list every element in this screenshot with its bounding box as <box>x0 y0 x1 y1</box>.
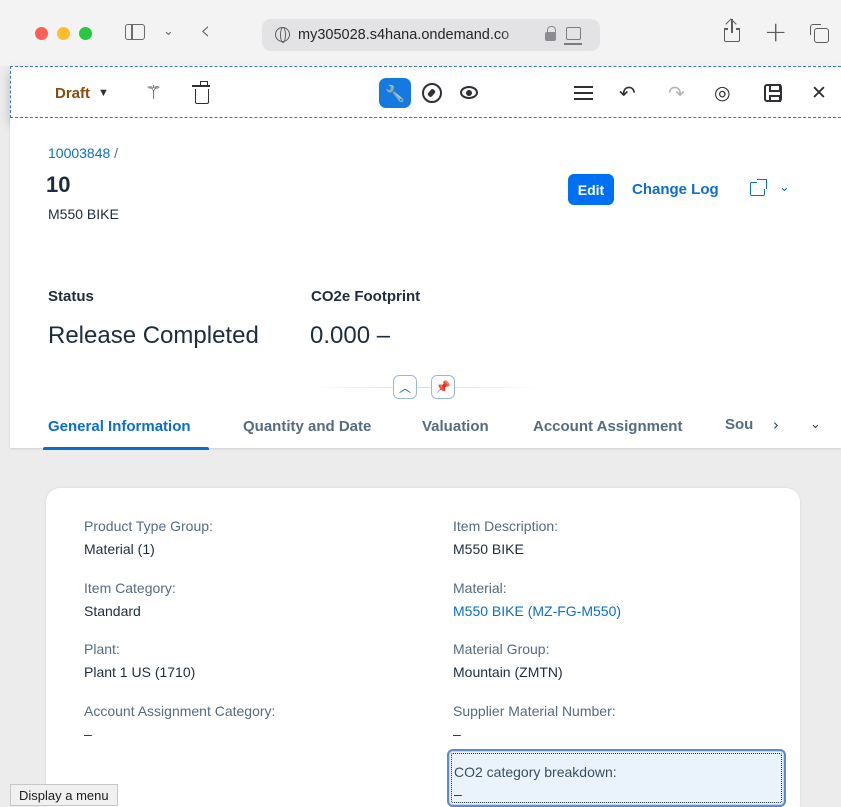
wrench-icon[interactable]: 🔧 <box>379 78 411 108</box>
breadcrumb-link[interactable]: 10003848 <box>48 145 110 161</box>
tab-scroll-right-icon[interactable]: › <box>773 416 779 434</box>
globe-icon <box>275 27 290 43</box>
object-page-header: 10003848 / 10 M550 BIKE Edit Change Log … <box>10 118 841 450</box>
chevron-up-icon: ︿ <box>398 380 411 395</box>
edit-toolbar: Draft ▼ ⚚ 🔧 ↶ ↷ ◎ ✕ <box>10 66 841 118</box>
supplier-material-number-value: – <box>453 726 461 742</box>
trash-icon[interactable] <box>192 81 210 104</box>
product-type-group-value: Material (1) <box>84 541 155 557</box>
address-bar[interactable]: my305028.s4hana.ondemand.co <box>262 19 600 51</box>
material-label: Material: <box>453 580 507 596</box>
pin-icon: 📌 <box>435 380 451 394</box>
material-group-value: Mountain (ZMTN) <box>453 664 563 680</box>
header-divider <box>310 387 540 388</box>
general-information-section: Product Type Group: Material (1) Item Ca… <box>46 488 800 807</box>
supplier-material-number-label: Supplier Material Number: <box>453 703 616 719</box>
section-tabs: General Information Quantity and Date Va… <box>10 408 841 450</box>
tab-quantity-and-date[interactable]: Quantity and Date <box>243 418 371 435</box>
draft-menu[interactable]: Draft ▼ <box>55 67 109 119</box>
redo-icon[interactable]: ↷ <box>668 67 685 119</box>
edit-button[interactable]: Edit <box>568 174 614 205</box>
account-assignment-category-label: Account Assignment Category: <box>84 703 276 719</box>
co2-category-breakdown-label: CO2 category breakdown: <box>454 764 617 780</box>
product-type-group-label: Product Type Group: <box>84 518 213 534</box>
tab-valuation[interactable]: Valuation <box>422 418 489 435</box>
tabs-icon[interactable] <box>810 24 829 43</box>
lock-icon <box>545 26 556 41</box>
plant-value: Plant 1 US (1710) <box>84 664 196 680</box>
share-icon[interactable] <box>724 18 740 44</box>
pin-header-button[interactable]: 📌 <box>431 375 455 399</box>
magic-wand-icon[interactable]: ⚚ <box>145 67 162 119</box>
caret-down-icon: ▼ <box>98 87 109 99</box>
compass-icon[interactable] <box>422 83 442 103</box>
sidebar-icon[interactable] <box>125 24 145 40</box>
breadcrumb-separator: / <box>110 145 119 161</box>
item-description-value: M550 BIKE <box>453 541 524 557</box>
status-label: Status <box>48 288 94 305</box>
pip-icon[interactable] <box>564 27 582 45</box>
plus-icon[interactable]: + <box>764 15 787 48</box>
material-link[interactable]: M550 BIKE (MZ-FG-M550) <box>453 603 621 619</box>
tooltip: Display a menu <box>10 784 118 806</box>
co2-footprint-value: 0.000 – <box>310 322 391 349</box>
draft-label: Draft <box>55 84 91 102</box>
maximize-window-button[interactable] <box>79 27 92 40</box>
page-subtitle: M550 BIKE <box>48 206 119 222</box>
close-window-button[interactable] <box>35 27 48 40</box>
chevron-down-icon[interactable]: ⌄ <box>163 24 174 39</box>
browser-toolbar: ⌄ ‹ my305028.s4hana.ondemand.co + <box>0 0 841 66</box>
co2-category-breakdown-value: – <box>454 786 462 802</box>
save-icon[interactable] <box>764 84 782 102</box>
comment-icon[interactable]: ◎ <box>714 67 731 119</box>
close-icon[interactable]: ✕ <box>811 67 827 119</box>
change-log-button[interactable]: Change Log <box>632 181 719 198</box>
undo-icon[interactable]: ↶ <box>619 67 636 119</box>
co2-footprint-label: CO2e Footprint <box>311 288 421 305</box>
tab-sources-truncated[interactable]: Sou <box>725 416 753 433</box>
eye-icon[interactable] <box>460 86 478 99</box>
active-tab-indicator <box>43 447 209 450</box>
menu-icon[interactable] <box>574 86 593 100</box>
status-value: Release Completed <box>48 322 259 349</box>
breadcrumb: 10003848 / <box>48 145 118 161</box>
tab-account-assignment[interactable]: Account Assignment <box>533 418 682 435</box>
chevron-down-icon: ⌄ <box>779 180 790 195</box>
url-text[interactable]: my305028.s4hana.ondemand.co <box>298 27 524 43</box>
minimize-window-button[interactable] <box>57 27 70 40</box>
page-title: 10 <box>46 172 71 197</box>
co2-category-breakdown-field[interactable]: CO2 category breakdown: – <box>447 749 786 807</box>
item-category-label: Item Category: <box>84 580 176 596</box>
back-icon[interactable]: ‹ <box>200 16 210 46</box>
plant-label: Plant: <box>84 641 120 657</box>
tab-general-information[interactable]: General Information <box>48 418 191 435</box>
tab-overflow-chevron-icon[interactable]: ⌄ <box>810 417 821 432</box>
collapse-header-button[interactable]: ︿ <box>393 375 417 399</box>
item-description-label: Item Description: <box>453 518 559 534</box>
item-category-value: Standard <box>84 603 141 619</box>
material-group-label: Material Group: <box>453 641 550 657</box>
account-assignment-category-value: – <box>84 726 92 742</box>
share-menu-button[interactable]: ⌄ <box>748 178 796 202</box>
